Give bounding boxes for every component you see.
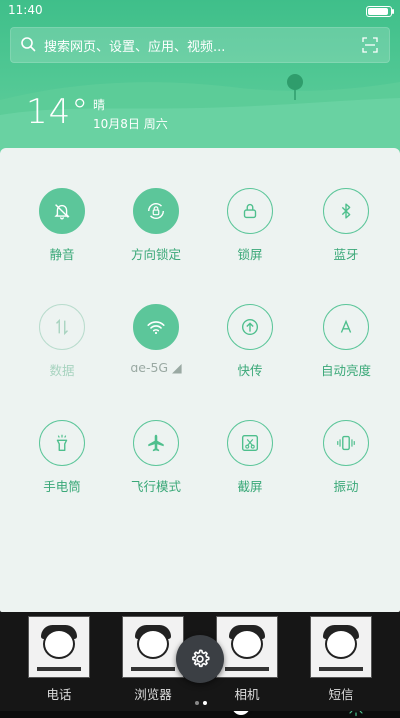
app-label: 短信 bbox=[328, 687, 354, 702]
tile-bell-mute[interactable]: 静音 bbox=[22, 188, 102, 263]
airplane-icon bbox=[133, 420, 179, 466]
tile-label: 方向锁定 bbox=[130, 247, 181, 262]
tile-auto-brightness[interactable]: 自动亮度 bbox=[306, 304, 386, 379]
scan-icon[interactable] bbox=[362, 37, 378, 53]
app-browser-icon bbox=[122, 616, 184, 678]
weather-condition: 晴 bbox=[93, 98, 106, 112]
page-dot-active bbox=[203, 701, 207, 705]
app-phone-icon bbox=[28, 616, 90, 678]
mobile-data-icon bbox=[39, 304, 85, 350]
tile-label: 快传 bbox=[237, 363, 263, 378]
tile-label: ɑe-5G ◢ bbox=[130, 360, 182, 375]
weather-header: 11:40 搜索网页、设置、应用、视频... 14° 晴 10月8日 周六 bbox=[0, 0, 400, 160]
search-bar[interactable]: 搜索网页、设置、应用、视频... bbox=[10, 27, 390, 63]
app-messages-icon bbox=[310, 616, 372, 678]
auto-brightness-icon bbox=[323, 304, 369, 350]
page-indicator bbox=[193, 690, 209, 709]
bluetooth-icon bbox=[323, 188, 369, 234]
temperature: 14° bbox=[26, 92, 90, 132]
app-phone[interactable]: 电话 bbox=[25, 616, 93, 703]
tile-wifi[interactable]: ɑe-5G ◢ bbox=[116, 304, 196, 375]
tile-label: 振动 bbox=[333, 479, 359, 494]
rotation-lock-icon bbox=[133, 188, 179, 234]
app-camera-icon bbox=[216, 616, 278, 678]
app-label: 电话 bbox=[46, 687, 72, 702]
tile-label: 蓝牙 bbox=[333, 247, 359, 262]
weather-date: 10月8日 周六 bbox=[93, 117, 168, 131]
battery-icon bbox=[366, 6, 394, 17]
tile-mobile-data[interactable]: 数据 bbox=[22, 304, 102, 379]
tile-lock[interactable]: 锁屏 bbox=[210, 188, 290, 263]
app-label: 相机 bbox=[234, 687, 260, 702]
tile-label: 飞行模式 bbox=[130, 479, 181, 494]
tile-label: 手电筒 bbox=[43, 479, 81, 494]
tile-screenshot[interactable]: 截屏 bbox=[210, 420, 290, 495]
quick-transfer-icon bbox=[227, 304, 273, 350]
tile-bluetooth[interactable]: 蓝牙 bbox=[306, 188, 386, 263]
tile-label: 静音 bbox=[49, 247, 75, 262]
tile-label: 自动亮度 bbox=[320, 363, 371, 378]
app-label: 浏览器 bbox=[134, 687, 172, 702]
wifi-icon bbox=[133, 304, 179, 350]
tile-vibrate[interactable]: 振动 bbox=[306, 420, 386, 495]
tile-label: 截屏 bbox=[237, 479, 263, 494]
gear-icon bbox=[192, 649, 210, 668]
page-dot bbox=[195, 701, 199, 705]
flashlight-icon bbox=[39, 420, 85, 466]
lock-icon bbox=[227, 188, 273, 234]
search-icon bbox=[21, 37, 36, 52]
bell-mute-icon bbox=[39, 188, 85, 234]
tile-label: 数据 bbox=[49, 363, 75, 378]
tile-rotation-lock[interactable]: 方向锁定 bbox=[116, 188, 196, 263]
status-time: 11:40 bbox=[8, 3, 43, 17]
vibrate-icon bbox=[323, 420, 369, 466]
tile-quick-transfer[interactable]: 快传 bbox=[210, 304, 290, 379]
tile-flashlight[interactable]: 手电筒 bbox=[22, 420, 102, 495]
tile-airplane[interactable]: 飞行模式 bbox=[116, 420, 196, 495]
screenshot-icon bbox=[227, 420, 273, 466]
quick-settings-panel: 静音 方向锁定 锁屏 蓝牙数据 ɑe-5G ◢ 快传 自动亮度手电筒 飞行模式 截屏 振动 bbox=[0, 148, 400, 717]
app-messages[interactable]: 短信 bbox=[307, 616, 375, 703]
search-placeholder: 搜索网页、设置、应用、视频... bbox=[44, 40, 226, 55]
tile-label: 锁屏 bbox=[237, 247, 263, 262]
settings-button[interactable] bbox=[176, 635, 224, 683]
